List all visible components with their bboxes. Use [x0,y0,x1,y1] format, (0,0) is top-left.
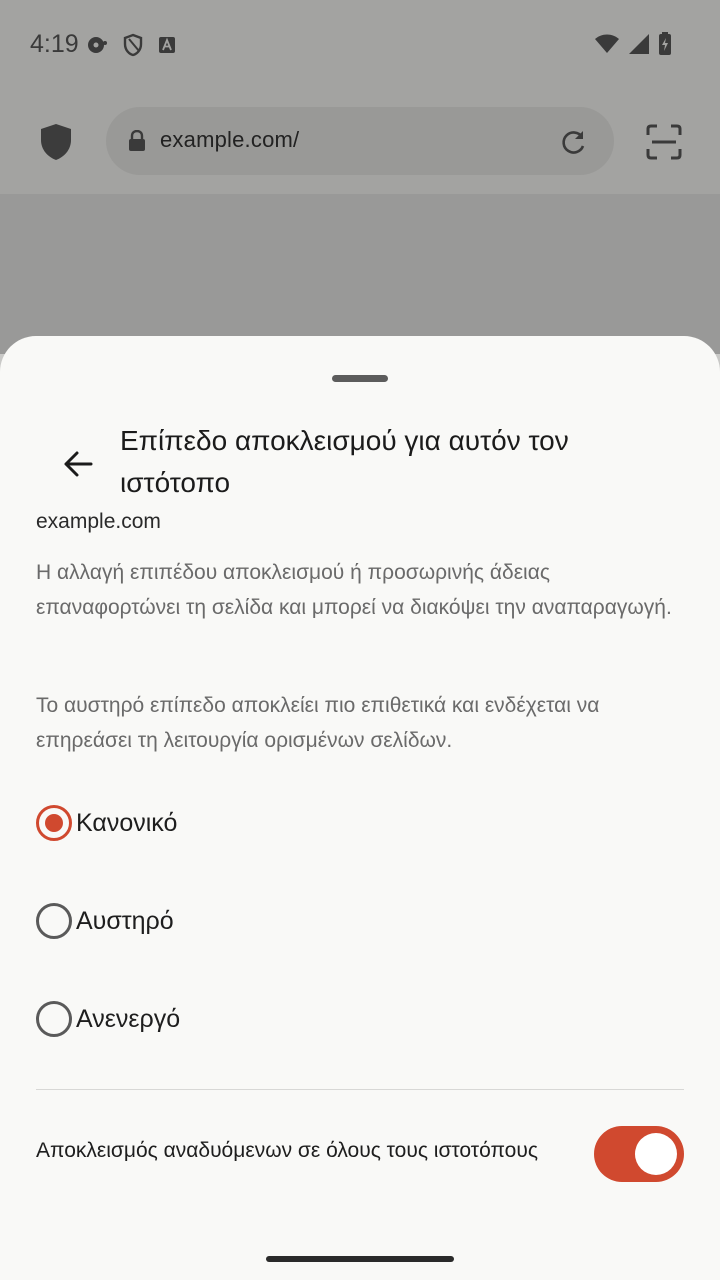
status-icons-right [594,32,672,61]
page-content-scrim[interactable] [0,194,720,354]
shield-outline-icon [122,33,144,62]
popup-block-toggle[interactable] [594,1126,684,1182]
option-off[interactable]: Ανενεργό [36,989,180,1049]
browser-toolbar: example.com/ [0,90,720,194]
option-normal[interactable]: Κανονικό [36,793,177,853]
media-icon [86,34,108,61]
option-label: Κανονικό [76,808,178,837]
status-time: 4:19 [30,30,79,58]
back-arrow-icon[interactable] [58,444,98,484]
text-a-icon [158,36,176,59]
option-strict[interactable]: Αυστηρό [36,891,174,951]
divider [36,1089,684,1090]
site-domain: example.com [36,510,161,533]
url-bar[interactable]: example.com/ [106,107,614,175]
radio-button[interactable] [36,1001,72,1037]
lock-icon [128,129,146,157]
sheet-drag-handle[interactable] [332,375,388,382]
description-strict-warning: Το αυστηρό επίπεδο αποκλείει πιο επιθετι… [36,694,600,752]
tracking-protection-sheet: Επίπεδο αποκλεισμού για αυτόν τον ιστότο… [0,336,720,1280]
option-label: Ανενεργό [76,1004,181,1033]
popup-block-label: Αποκλεισμός αναδυόμενων σε όλους τους ισ… [36,1139,538,1162]
description-reload-warning: Η αλλαγή επιπέδου αποκλεισμού ή προσωριν… [36,561,672,619]
gesture-nav-handle[interactable] [266,1256,454,1262]
radio-button[interactable] [36,903,72,939]
sheet-title: Επίπεδο αποκλεισμού για αυτόν τον ιστότο… [120,425,569,498]
signal-icon [628,33,650,60]
tracking-shield-icon[interactable] [38,122,74,167]
wifi-icon [594,34,620,59]
status-bar: 4:19 [0,0,720,90]
battery-charging-icon [658,32,672,61]
reload-icon[interactable] [560,128,588,161]
radio-button-selected[interactable] [36,805,72,841]
status-icons-left [86,33,176,62]
url-text: example.com/ [160,127,300,152]
toggle-knob [635,1133,677,1175]
option-label: Αυστηρό [76,906,174,935]
scan-icon[interactable] [644,122,684,167]
